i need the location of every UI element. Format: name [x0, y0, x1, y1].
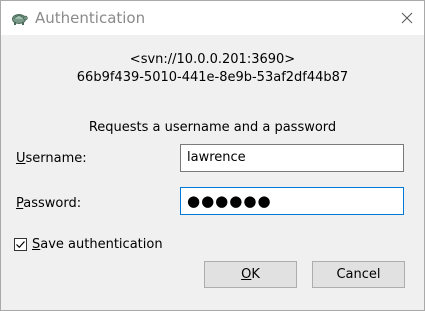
close-icon [401, 12, 413, 24]
repository-url: <svn://10.0.0.201:3690> [129, 52, 296, 67]
checkmark-icon [16, 240, 25, 248]
password-input[interactable]: ●●●●●● [180, 187, 404, 215]
ok-mnemonic: O [241, 267, 252, 282]
username-input[interactable]: lawrence [180, 144, 404, 172]
checkbox-box[interactable] [14, 237, 27, 251]
username-label: Username: [16, 151, 87, 167]
password-label-text: assword: [23, 196, 82, 211]
save-auth-text: ave authentication [40, 236, 163, 252]
cancel-button[interactable]: Cancel [312, 261, 405, 288]
ok-text: K [251, 267, 260, 282]
username-label-mnemonic: U [16, 151, 26, 166]
title-bar[interactable]: Authentication [1, 1, 424, 35]
repository-uuid: 66b9f439-5010-441e-8e9b-53af2df44b87 [76, 70, 349, 85]
username-label-text: sername: [25, 151, 87, 166]
window-title: Authentication [35, 9, 146, 27]
save-authentication-checkbox[interactable]: Save authentication [14, 235, 163, 253]
ok-button[interactable]: OK [204, 261, 297, 288]
save-authentication-label: Save authentication [32, 237, 163, 252]
close-button[interactable] [396, 7, 418, 29]
tortoise-icon [10, 9, 28, 27]
auth-prompt: Requests a username and a password [88, 120, 337, 135]
password-label: Password: [16, 196, 81, 212]
authentication-dialog: Authentication <svn://10.0.0.201:3690> 6… [0, 0, 425, 311]
